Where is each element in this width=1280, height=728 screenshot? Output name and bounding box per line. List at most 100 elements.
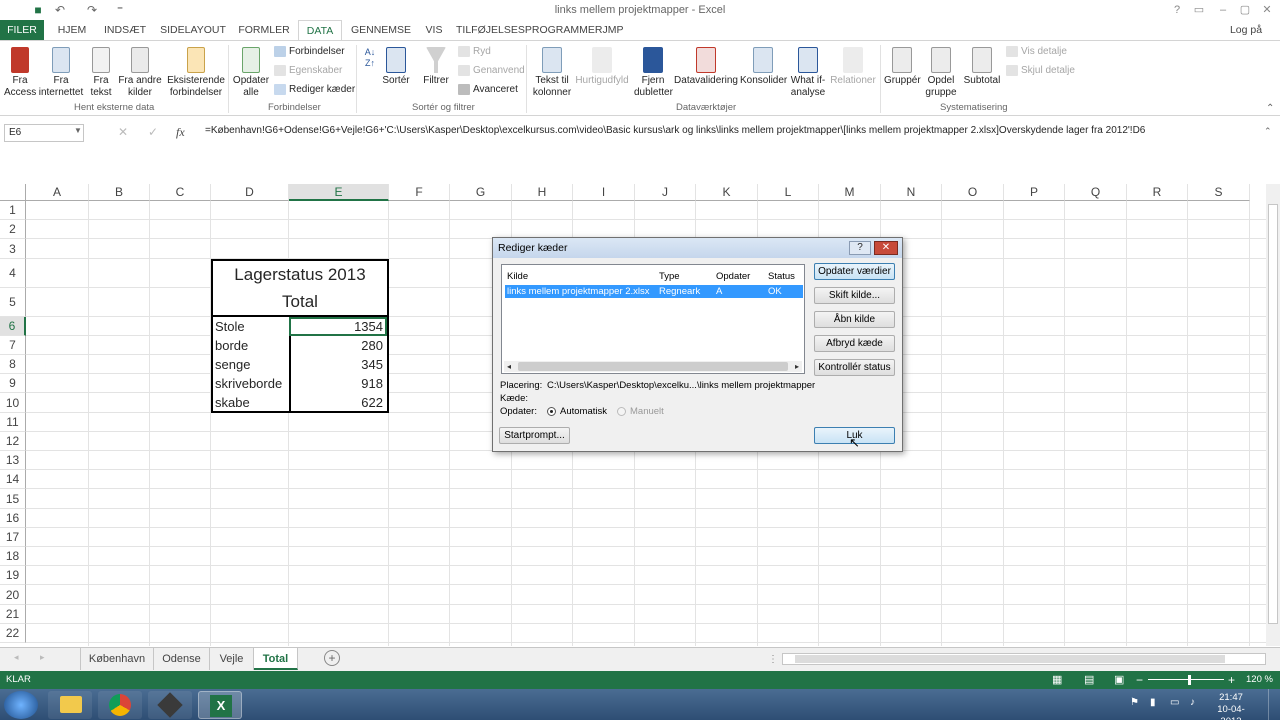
item-value-cell[interactable]: 918 — [291, 374, 385, 393]
automatic-radio[interactable] — [547, 407, 556, 416]
links-list[interactable]: Kilde Type Opdater Status links mellem p… — [501, 264, 805, 374]
check-status-button[interactable]: Kontrollér status — [814, 359, 895, 376]
page-layout-view-icon[interactable]: ▤ — [1084, 671, 1094, 689]
zoom-level[interactable]: 120 % — [1246, 671, 1273, 689]
column-header[interactable]: Q — [1065, 184, 1127, 201]
filter-button[interactable]: Filtrer — [420, 47, 452, 87]
tray-volume-icon[interactable]: ♪ — [1190, 697, 1195, 708]
excel-taskbar-icon[interactable]: X — [198, 691, 242, 719]
collapse-ribbon-icon[interactable]: ⌃ — [1266, 103, 1274, 114]
refresh-all-button[interactable]: Opdater alle — [232, 47, 270, 99]
zoom-slider-track[interactable] — [1148, 679, 1224, 680]
header-type[interactable]: Type — [659, 271, 680, 282]
close-icon[interactable]: ✕ — [1258, 2, 1276, 18]
ungroup-button[interactable]: Opdel gruppe — [922, 47, 960, 99]
row-header[interactable]: 11 — [0, 413, 26, 432]
row-header[interactable]: 6 — [0, 317, 26, 336]
item-name-cell[interactable]: skabe — [215, 393, 287, 412]
show-detail-button[interactable]: Vis detalje — [1006, 46, 1067, 57]
row-header[interactable]: 22 — [0, 624, 26, 643]
row-header[interactable]: 3 — [0, 239, 26, 259]
group-button[interactable]: Gruppér — [884, 47, 921, 87]
vertical-scroll-thumb[interactable] — [1268, 204, 1278, 624]
item-value-cell[interactable]: 622 — [291, 393, 385, 412]
column-header[interactable]: L — [758, 184, 819, 201]
column-header[interactable]: R — [1127, 184, 1188, 201]
connections-button[interactable]: Forbindelser — [274, 46, 345, 57]
help-icon[interactable]: ? — [1168, 2, 1186, 18]
minimize-icon[interactable]: – — [1214, 2, 1232, 18]
select-all-corner[interactable] — [0, 184, 26, 201]
sort-button[interactable]: Sortér — [380, 47, 412, 87]
selected-cell[interactable] — [289, 317, 387, 336]
manual-radio[interactable] — [617, 407, 626, 416]
dialog-close-icon[interactable]: ✕ — [874, 241, 898, 255]
column-header[interactable]: G — [450, 184, 512, 201]
tab-jmp[interactable]: JMP — [598, 20, 628, 40]
formula-input[interactable]: =København!G6+Odense!G6+Vejle!G6+'C:\Use… — [205, 123, 1260, 139]
column-header[interactable]: D — [211, 184, 289, 201]
sheet-tab-kobenhavn[interactable]: København — [80, 648, 154, 670]
row-header[interactable]: 5 — [0, 288, 26, 317]
from-access-button[interactable]: Fra Access — [4, 47, 36, 99]
tab-home[interactable]: HJEM — [52, 20, 92, 40]
row-header[interactable]: 10 — [0, 393, 26, 413]
tab-insert[interactable]: INDSÆT — [100, 20, 150, 40]
from-web-button[interactable]: Fra internettet — [38, 47, 84, 99]
prev-sheet-icon[interactable]: ◂ — [14, 652, 19, 663]
item-name-cell[interactable]: senge — [215, 355, 287, 374]
column-header[interactable]: K — [696, 184, 758, 201]
name-box[interactable]: E6 — [4, 124, 84, 142]
break-link-button[interactable]: Afbryd kæde — [814, 335, 895, 352]
column-header[interactable]: F — [389, 184, 450, 201]
enter-formula-icon[interactable]: ✓ — [148, 125, 158, 139]
startup-prompt-button[interactable]: Startprompt... — [499, 427, 570, 444]
change-source-button[interactable]: Skift kilde... — [814, 287, 895, 304]
show-desktop-button[interactable] — [1268, 689, 1280, 720]
next-sheet-icon[interactable]: ▸ — [40, 652, 45, 663]
column-header[interactable]: B — [89, 184, 150, 201]
table-title[interactable]: Lagerstatus 2013 — [213, 261, 387, 289]
row-header[interactable]: 18 — [0, 547, 26, 566]
column-header[interactable]: P — [1004, 184, 1065, 201]
recorder-app-icon[interactable] — [148, 691, 192, 719]
chrome-icon[interactable] — [98, 691, 142, 719]
consolidate-button[interactable]: Konsolider — [740, 47, 787, 87]
advanced-button[interactable]: Avanceret — [458, 84, 518, 95]
column-header[interactable]: O — [942, 184, 1004, 201]
insert-function-icon[interactable]: fx — [176, 125, 185, 140]
row-header[interactable]: 21 — [0, 605, 26, 624]
scroll-thumb[interactable] — [518, 362, 788, 371]
start-button-icon[interactable] — [4, 691, 38, 719]
column-header[interactable]: N — [881, 184, 942, 201]
header-update[interactable]: Opdater — [716, 271, 750, 282]
tray-flag-icon[interactable]: ⚑ — [1130, 697, 1139, 708]
properties-button[interactable]: Egenskaber — [274, 65, 342, 76]
tray-monitor-icon[interactable]: ▭ — [1170, 697, 1179, 708]
reapply-button[interactable]: Genanvend — [458, 65, 525, 76]
hide-detail-button[interactable]: Skjul detalje — [1006, 65, 1075, 76]
row-header[interactable]: 4 — [0, 259, 26, 288]
flash-fill-button[interactable]: Hurtigudfyld — [574, 47, 630, 87]
column-header[interactable]: J — [635, 184, 696, 201]
tab-addins[interactable]: TILFØJELSESPROGRAMMER — [456, 20, 602, 40]
sheet-tab-odense[interactable]: Odense — [154, 648, 210, 670]
new-sheet-icon[interactable]: + — [324, 650, 340, 666]
name-box-dropdown-icon[interactable]: ▼ — [74, 126, 82, 135]
relationships-button[interactable]: Relationer — [830, 47, 876, 87]
tray-clock[interactable]: 21:47 10-04-2013 — [1208, 692, 1254, 728]
row-header[interactable]: 14 — [0, 470, 26, 489]
sheet-tab-total[interactable]: Total — [254, 648, 298, 670]
tab-page-layout[interactable]: SIDELAYOUT — [158, 20, 228, 40]
dialog-help-icon[interactable]: ? — [849, 241, 871, 255]
automatic-label[interactable]: Automatisk — [560, 406, 607, 417]
item-value-cell[interactable]: 345 — [291, 355, 385, 374]
column-header[interactable]: C — [150, 184, 211, 201]
row-header[interactable]: 17 — [0, 528, 26, 547]
sort-az-button[interactable]: A↓ Z↑ — [362, 47, 378, 69]
expand-formula-bar-icon[interactable]: ⌃ — [1264, 126, 1272, 137]
item-name-cell[interactable]: borde — [215, 336, 287, 355]
link-row[interactable]: links mellem projektmapper 2.xlsx Regnea… — [505, 285, 803, 298]
what-if-analysis-button[interactable]: What if-analyse — [788, 47, 828, 99]
zoom-slider-thumb[interactable] — [1188, 675, 1191, 685]
